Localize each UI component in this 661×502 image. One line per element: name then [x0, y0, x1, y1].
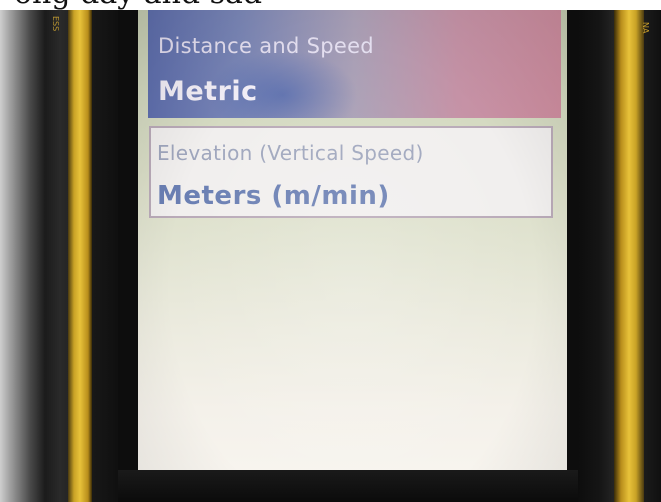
device-right-trim	[614, 10, 644, 502]
device-screen: Distance and Speed Metric Elevation (Ver…	[138, 10, 567, 470]
setting-value: Meters (m/min)	[157, 181, 390, 211]
device-right-label: NA	[641, 22, 650, 34]
device-left-body	[0, 10, 130, 502]
setting-label: Distance and Speed	[158, 34, 374, 58]
device-left-trim	[68, 10, 92, 502]
caption-text: ong day and sad	[14, 0, 262, 9]
setting-row-distance-speed[interactable]: Distance and Speed Metric	[148, 10, 561, 118]
device-left-label: ESS	[51, 16, 60, 32]
setting-label: Elevation (Vertical Speed)	[157, 141, 424, 165]
setting-row-elevation[interactable]: Elevation (Vertical Speed) Meters (m/min…	[149, 126, 553, 218]
caption-strip: ong day and sad	[0, 0, 661, 10]
device-bottom-edge	[118, 470, 578, 502]
device-photo: ESS NA Distance and Speed Metric Elevati…	[0, 0, 661, 502]
setting-value: Metric	[158, 76, 258, 107]
